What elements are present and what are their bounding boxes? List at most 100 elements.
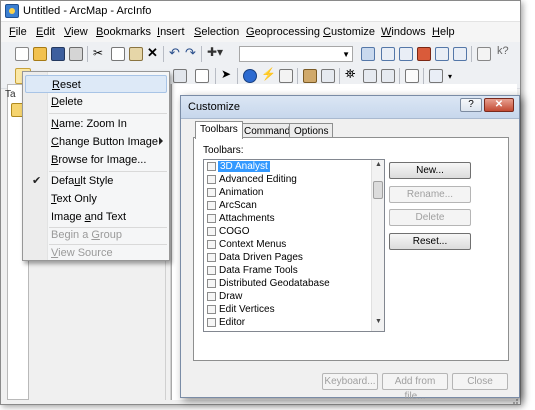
- delete-toolbar-button[interactable]: Delete: [389, 209, 471, 226]
- checkbox[interactable]: [207, 279, 216, 288]
- menu-customize[interactable]: Customize: [323, 26, 375, 38]
- menu-item-reset[interactable]: Reset: [25, 75, 167, 93]
- menu-help[interactable]: Help: [432, 26, 455, 38]
- rename-toolbar-button[interactable]: Rename...: [389, 186, 471, 203]
- menu-bookmarks[interactable]: Bookmarks: [96, 26, 151, 38]
- list-item[interactable]: Draw: [205, 291, 371, 303]
- html-popup-icon[interactable]: [279, 69, 293, 83]
- find-binoculars-icon[interactable]: ⛯: [345, 66, 355, 82]
- tab-toolbars[interactable]: Toolbars: [195, 121, 243, 139]
- submenu-arrow-icon: [159, 137, 163, 145]
- measure-icon[interactable]: [303, 69, 317, 83]
- redo-icon[interactable]: ↷: [185, 45, 196, 61]
- checkbox[interactable]: [207, 305, 216, 314]
- menu-item-browse-for-image[interactable]: Browse for Image...: [25, 151, 167, 169]
- print-icon[interactable]: [69, 47, 83, 61]
- checkbox[interactable]: [207, 162, 216, 171]
- checkmark-icon: ✔: [32, 175, 42, 187]
- list-item[interactable]: Distributed Geodatabase: [205, 278, 371, 290]
- scroll-up-icon[interactable]: ▲: [372, 161, 384, 173]
- open-folder-icon[interactable]: [33, 47, 47, 61]
- info-icon[interactable]: [243, 69, 257, 83]
- undo-icon[interactable]: ↶: [169, 45, 180, 61]
- add-from-file-button[interactable]: Add from file...: [382, 373, 448, 402]
- map-scale-combo[interactable]: ▼: [239, 46, 353, 62]
- list-item[interactable]: 3D Analyst: [205, 161, 371, 173]
- save-icon[interactable]: [51, 47, 65, 61]
- go-to-xy-icon[interactable]: [363, 69, 377, 83]
- scroll-thumb[interactable]: [373, 181, 383, 199]
- menu-windows[interactable]: Windows: [381, 26, 426, 38]
- magnifier-window-icon[interactable]: [429, 69, 443, 83]
- model-builder-icon[interactable]: [477, 47, 491, 61]
- whats-this-icon[interactable]: k?: [497, 45, 509, 57]
- list-item[interactable]: Attachments: [205, 213, 371, 225]
- hyperlink-icon[interactable]: ⚡: [261, 67, 276, 81]
- menu-file[interactable]: File: [9, 26, 27, 38]
- toolbar-options-icon[interactable]: ▾: [448, 72, 452, 81]
- close-icon[interactable]: ✕: [484, 98, 514, 112]
- reset-toolbar-button[interactable]: Reset...: [389, 233, 471, 250]
- arctoolbox-icon[interactable]: [417, 47, 431, 61]
- checkbox[interactable]: [207, 292, 216, 301]
- keyboard-button[interactable]: Keyboard...: [322, 373, 378, 390]
- menu-item-view-source[interactable]: View Source: [25, 244, 167, 262]
- menu-selection[interactable]: Selection: [194, 26, 239, 38]
- checkbox[interactable]: [207, 266, 216, 275]
- list-item[interactable]: Editor: [205, 317, 371, 329]
- menu-item-delete[interactable]: Delete: [25, 93, 167, 111]
- list-item[interactable]: Data Frame Tools: [205, 265, 371, 277]
- list-item[interactable]: ArcScan: [205, 200, 371, 212]
- editor-toolbar-icon[interactable]: [361, 47, 375, 61]
- menu-geoprocessing[interactable]: Geoprocessing: [246, 26, 320, 38]
- identify-dropdown-icon[interactable]: [173, 69, 187, 83]
- list-item[interactable]: Edit Vertices: [205, 304, 371, 316]
- close-button[interactable]: Close: [452, 373, 508, 390]
- delete-icon[interactable]: ✕: [147, 45, 158, 61]
- menu-item-text-only[interactable]: Text Only: [25, 190, 167, 208]
- checkbox[interactable]: [207, 214, 216, 223]
- checkbox[interactable]: [207, 175, 216, 184]
- table-of-contents-icon[interactable]: [381, 47, 395, 61]
- list-item[interactable]: COGO: [205, 226, 371, 238]
- new-toolbar-button[interactable]: New...: [389, 162, 471, 179]
- toolbars-scrollbar[interactable]: ▲ ▼: [371, 160, 384, 331]
- paste-icon[interactable]: [129, 47, 143, 61]
- list-item[interactable]: Context Menus: [205, 239, 371, 251]
- find-route-icon[interactable]: [321, 69, 335, 83]
- checkbox[interactable]: [207, 240, 216, 249]
- python-window-icon[interactable]: [435, 47, 449, 61]
- add-data-icon[interactable]: ✚▾: [207, 45, 223, 59]
- checkbox[interactable]: [207, 227, 216, 236]
- checkbox[interactable]: [207, 201, 216, 210]
- scroll-down-icon[interactable]: ▼: [372, 318, 384, 330]
- menu-item-default-style[interactable]: ✔ Default Style: [25, 172, 167, 190]
- dialog-title-bar[interactable]: Customize ? ✕: [181, 96, 519, 119]
- menu-insert[interactable]: Insert: [157, 26, 185, 38]
- new-document-icon[interactable]: [15, 47, 29, 61]
- catalog-window-icon[interactable]: [399, 47, 413, 61]
- menu-item-change-button-image[interactable]: Change Button Image: [25, 133, 167, 151]
- menu-item-name[interactable]: Name: Zoom In: [25, 115, 167, 133]
- time-slider-icon[interactable]: [381, 69, 395, 83]
- select-elements-icon[interactable]: [195, 69, 209, 83]
- viewer-window-icon[interactable]: [405, 69, 419, 83]
- menu-item-begin-a-group[interactable]: Begin a Group: [25, 226, 167, 244]
- copy-icon[interactable]: [111, 47, 125, 61]
- cut-icon[interactable]: ✂: [93, 46, 103, 60]
- list-item[interactable]: Data Driven Pages: [205, 252, 371, 264]
- checkbox[interactable]: [207, 318, 216, 327]
- checkbox[interactable]: [207, 188, 216, 197]
- button-context-menu: Reset Delete Name: Zoom In Change Button…: [22, 71, 170, 261]
- toolbars-listbox[interactable]: 3D Analyst Advanced Editing Animation Ar…: [203, 159, 385, 332]
- search-window-icon[interactable]: [453, 47, 467, 61]
- menu-edit[interactable]: Edit: [36, 26, 55, 38]
- list-item[interactable]: Animation: [205, 187, 371, 199]
- menu-view[interactable]: View: [64, 26, 88, 38]
- menu-item-image-and-text[interactable]: Image and Text: [25, 208, 167, 226]
- toolbar-separator: [237, 68, 238, 84]
- checkbox[interactable]: [207, 253, 216, 262]
- pointer-icon[interactable]: ➤: [221, 67, 231, 81]
- list-item[interactable]: Advanced Editing: [205, 174, 371, 186]
- help-button[interactable]: ?: [460, 98, 482, 112]
